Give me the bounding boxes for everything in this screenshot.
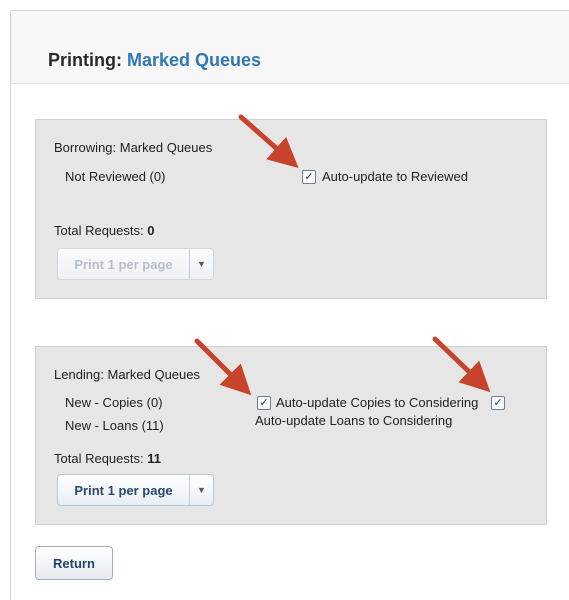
red-arrow-icon (194, 338, 252, 396)
annotation-arrows (194, 114, 491, 396)
red-arrow-icon (238, 114, 299, 168)
red-arrow-icon (432, 336, 491, 393)
